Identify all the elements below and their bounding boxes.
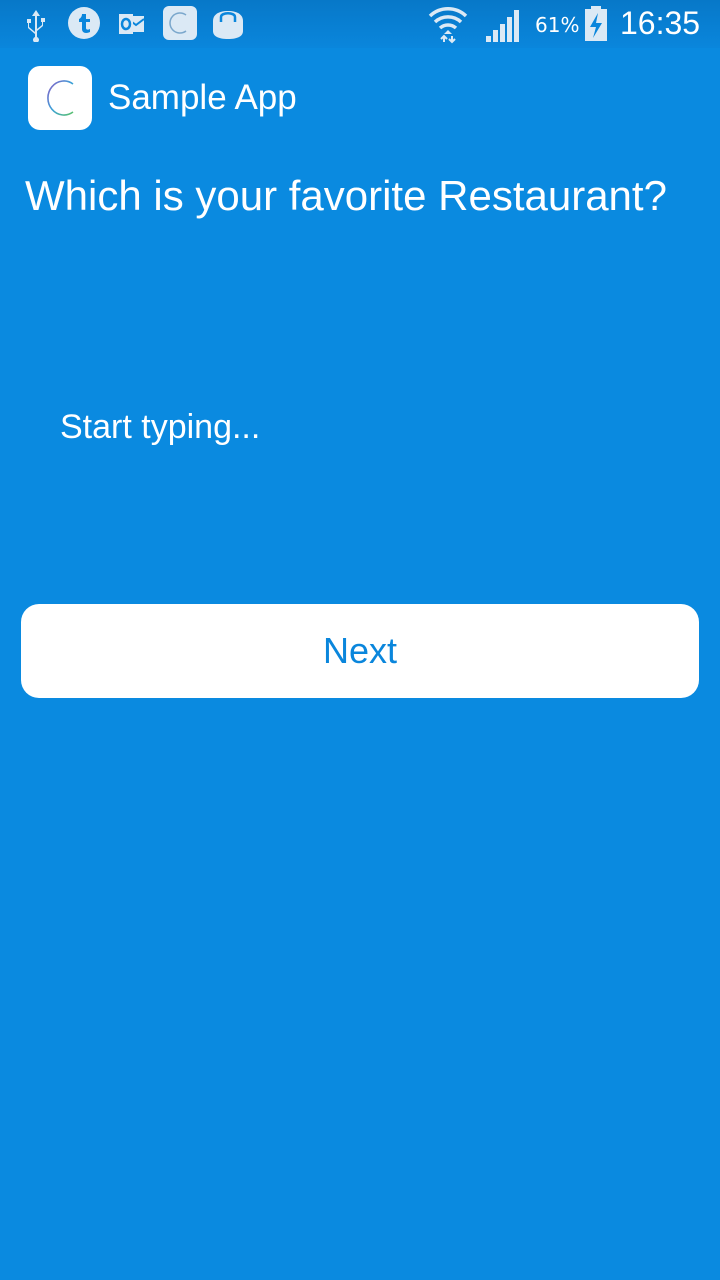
- wifi-icon: [428, 4, 468, 48]
- status-bar: 61% 16:35: [0, 0, 720, 48]
- tumblr-icon: [66, 5, 102, 45]
- outlook-icon: [118, 10, 146, 42]
- app-logo-icon: [47, 80, 74, 116]
- next-button[interactable]: Next: [21, 604, 699, 698]
- app-logo: [28, 66, 92, 130]
- app-bar: Sample App: [0, 48, 720, 150]
- restaurant-input[interactable]: [44, 395, 674, 459]
- battery-percentage: 61%: [535, 13, 580, 37]
- signal-icon: [486, 8, 520, 48]
- app-title: Sample App: [108, 78, 297, 117]
- shopping-bag-icon: [210, 5, 246, 45]
- app-notification-icon: [162, 5, 198, 45]
- battery-charging-icon: [584, 6, 608, 46]
- clock: 16:35: [620, 5, 701, 41]
- usb-icon: [22, 8, 50, 46]
- question-text: Which is your favorite Restaurant?: [25, 172, 667, 219]
